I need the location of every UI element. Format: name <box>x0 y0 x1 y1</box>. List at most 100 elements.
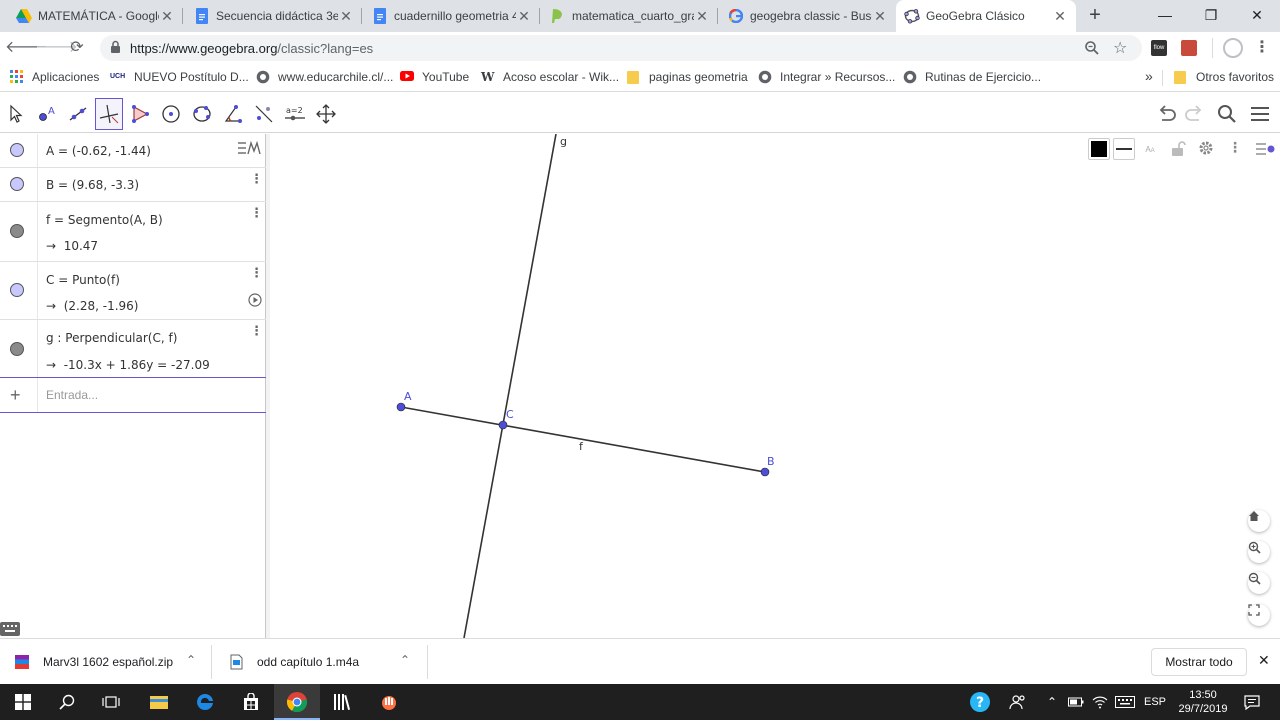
polygon-tool[interactable] <box>126 98 154 130</box>
minimize-button[interactable]: — <box>1142 0 1188 32</box>
algebra-row-C[interactable]: C = Punto(f) → (2.28, -1.96) ⋮ <box>0 262 266 320</box>
tab-3[interactable]: matematica_cuarto_gra ✕ <box>542 0 718 32</box>
search-icon[interactable] <box>1216 103 1238 128</box>
reflect-tool[interactable] <box>250 98 278 130</box>
clock[interactable]: 13:50 29/7/2019 <box>1172 684 1234 720</box>
keyboard-layout-icon[interactable] <box>1112 684 1138 720</box>
reload-button[interactable]: ⟳ <box>65 36 89 60</box>
undo-icon[interactable] <box>1156 104 1178 127</box>
close-window-button[interactable]: ✕ <box>1234 0 1280 32</box>
forward-button[interactable]: 🡒 <box>35 36 78 60</box>
more-options-icon[interactable]: ⋮ <box>1228 139 1242 156</box>
visibility-toggle[interactable] <box>10 283 24 297</box>
line-g[interactable] <box>463 134 557 638</box>
tab-4[interactable]: geogebra classic - Busc ✕ <box>720 0 896 32</box>
algebra-expression[interactable]: A = (-0.62, -1.44) <box>46 144 151 158</box>
move-tool[interactable] <box>2 98 30 130</box>
zoom-icon[interactable] <box>1084 40 1100 59</box>
bookmark-integrar[interactable]: Integrar » Recursos... <box>758 70 895 84</box>
move-graphics-view-tool[interactable] <box>312 98 340 130</box>
more-options-icon[interactable]: ⋮ <box>250 324 263 337</box>
back-button[interactable]: 🡐 <box>5 36 48 60</box>
notifications-icon[interactable] <box>1238 684 1266 720</box>
circle-three-points-tool[interactable] <box>188 98 216 130</box>
input-language[interactable]: ESP <box>1140 684 1170 720</box>
algebra-row-B[interactable]: B = (9.68, -3.3) ⋮ <box>0 168 266 202</box>
zoom-in-button[interactable] <box>1248 541 1270 563</box>
point-C[interactable] <box>498 420 508 430</box>
bookmark-youtube[interactable]: YouTube <box>400 70 469 84</box>
task-view-button[interactable] <box>88 684 134 720</box>
algebra-expression[interactable]: C = Punto(f) <box>46 273 120 287</box>
store-button[interactable] <box>228 684 274 720</box>
algebra-expression[interactable]: g : Perpendicular(C, f) <box>46 331 177 345</box>
keyboard-icon[interactable] <box>0 622 20 636</box>
close-icon[interactable]: ✕ <box>516 8 532 24</box>
library-app-button[interactable] <box>320 684 366 720</box>
angle-tool[interactable] <box>219 98 247 130</box>
edge-button[interactable] <box>182 684 228 720</box>
wifi-icon[interactable] <box>1089 684 1111 720</box>
start-button[interactable] <box>0 684 46 720</box>
pdf-extension-icon[interactable] <box>1181 40 1197 56</box>
tab-5-active[interactable]: GeoGebra Clásico ✕ <box>896 0 1076 32</box>
bookmark-wikipedia[interactable]: W Acoso escolar - Wik... <box>481 70 619 84</box>
close-icon[interactable]: ✕ <box>694 8 710 24</box>
chevron-up-icon[interactable]: ⌃ <box>400 653 410 667</box>
download-item[interactable]: odd capítulo 1.m4a ⌃ <box>212 639 428 685</box>
point-B[interactable] <box>760 467 770 477</box>
slider-tool[interactable]: a=2 <box>281 98 309 130</box>
redo-icon[interactable] <box>1183 104 1205 127</box>
close-icon[interactable]: ✕ <box>338 8 354 24</box>
play-animation-icon[interactable] <box>248 293 262 310</box>
tab-1[interactable]: Secuencia didáctica 3er ✕ <box>186 0 362 32</box>
bookmark-apps[interactable]: Aplicaciones <box>10 70 99 84</box>
app-hand-button[interactable] <box>366 684 412 720</box>
visibility-toggle[interactable] <box>10 143 24 157</box>
visibility-toggle[interactable] <box>10 177 24 191</box>
bookmark-paginas-geometria[interactable]: paginas geometria <box>627 70 748 84</box>
fullscreen-button[interactable] <box>1248 604 1270 626</box>
bookmark-rutinas[interactable]: Rutinas de Ejercicio... <box>903 70 1041 84</box>
circle-tool[interactable] <box>157 98 185 130</box>
people-icon[interactable] <box>1005 684 1031 720</box>
download-item[interactable]: Marv3l 1602 español.zip ⌃ <box>0 639 212 685</box>
bookmarks-overflow-button[interactable]: » <box>1145 68 1153 84</box>
color-style-button[interactable] <box>1088 138 1110 160</box>
more-options-icon[interactable]: ⋮ <box>250 172 263 185</box>
more-options-icon[interactable]: ⋮ <box>250 206 263 219</box>
algebra-description-toggle-icon[interactable] <box>236 140 262 161</box>
file-explorer-button[interactable] <box>136 684 182 720</box>
new-tab-button[interactable]: + <box>1084 4 1106 26</box>
algebra-input[interactable]: Entrada... <box>46 388 98 402</box>
visibility-toggle[interactable] <box>10 224 24 238</box>
tab-0[interactable]: MATEMÁTICA - Google ✕ <box>8 0 183 32</box>
maximize-button[interactable]: ❐ <box>1188 0 1234 32</box>
point-tool[interactable]: A <box>33 98 61 130</box>
zoom-out-button[interactable] <box>1248 572 1270 594</box>
profile-avatar[interactable] <box>1223 38 1243 58</box>
home-button[interactable] <box>1248 510 1270 532</box>
segment-f[interactable] <box>400 406 766 473</box>
browser-menu-icon[interactable]: ⋮ <box>1254 38 1270 58</box>
search-button[interactable] <box>44 684 90 720</box>
bookmark-postitulo[interactable]: UCH NUEVO Postítulo D... <box>110 70 249 84</box>
algebra-expression[interactable]: B = (9.68, -3.3) <box>46 178 139 192</box>
chrome-button[interactable] <box>274 684 320 720</box>
visibility-toggle[interactable] <box>10 342 24 356</box>
algebra-row-g[interactable]: g : Perpendicular(C, f) → -10.3x + 1.86y… <box>0 320 266 378</box>
bookmark-star-icon[interactable]: ☆ <box>1113 38 1127 58</box>
point-A[interactable] <box>396 402 406 412</box>
algebra-row-A[interactable]: A = (-0.62, -1.44) <box>0 134 266 168</box>
line-style-button[interactable] <box>1113 138 1135 160</box>
show-all-downloads-button[interactable]: Mostrar todo <box>1151 648 1247 676</box>
graphics-view[interactable]: A B C f g AA ⋮ <box>270 134 1280 638</box>
more-options-icon[interactable]: ⋮ <box>250 266 263 279</box>
algebra-row-f[interactable]: f = Segmento(A, B) → 10.47 ⋮ <box>0 202 266 262</box>
chevron-up-icon[interactable]: ⌃ <box>186 653 196 667</box>
hamburger-menu-icon[interactable] <box>1249 105 1271 126</box>
algebra-expression[interactable]: f = Segmento(A, B) <box>46 213 163 227</box>
close-icon[interactable]: ✕ <box>872 8 888 24</box>
extension-flow-icon[interactable]: flow <box>1151 40 1167 56</box>
battery-icon[interactable] <box>1065 684 1087 720</box>
